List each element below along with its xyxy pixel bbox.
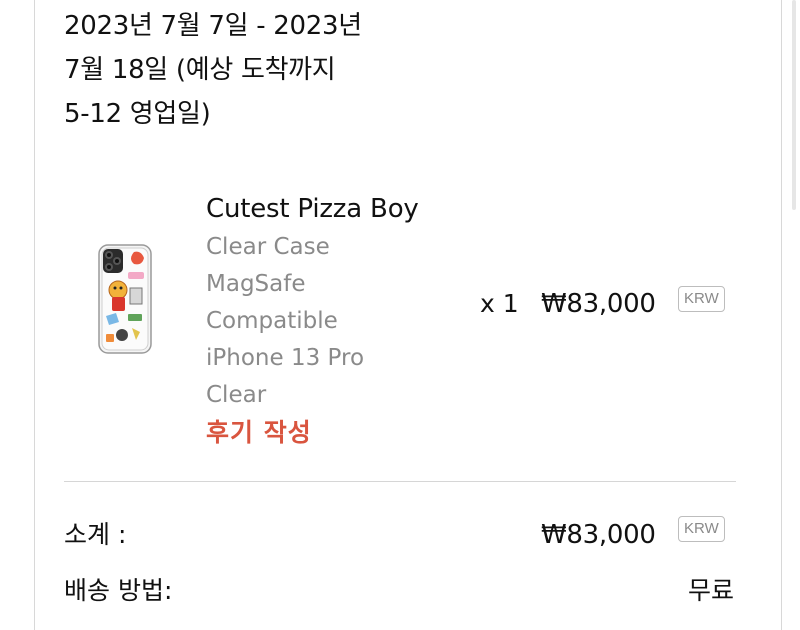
- subtotal-value: ₩83,000: [541, 520, 656, 550]
- product-title[interactable]: Cutest Pizza Boy: [206, 190, 466, 228]
- variant-line: iPhone 13 Pro: [206, 345, 365, 371]
- delivery-line: 2023년 7월 7일 - 2023년: [64, 11, 362, 41]
- product-info: Cutest Pizza Boy Clear Case MagSafe Comp…: [206, 190, 466, 452]
- variant-line: Compatible: [206, 308, 338, 334]
- shipping-method-value: 무료: [687, 576, 734, 605]
- item-quantity: x 1: [480, 289, 519, 318]
- delivery-line: 5-12 영업일): [64, 99, 211, 129]
- divider: [64, 481, 736, 482]
- variant-line: Clear Case: [206, 234, 330, 260]
- delivery-line: 7월 18일 (예상 도착까지: [64, 55, 336, 85]
- currency-badge: KRW: [678, 516, 725, 542]
- scrollbar[interactable]: [792, 0, 796, 210]
- variant-line: MagSafe: [206, 271, 306, 297]
- phone-case-thumbnail[interactable]: [98, 244, 152, 354]
- item-price: ₩83,000: [541, 289, 656, 319]
- subtotal-label: 소계 :: [64, 520, 127, 549]
- delivery-estimate: 2023년 7월 7일 - 2023년 7월 18일 (예상 도착까지 5-12…: [64, 4, 444, 136]
- write-review-link[interactable]: 후기 작성: [206, 414, 466, 452]
- variant-line: Clear: [206, 382, 267, 408]
- shipping-method-label: 배송 방법:: [64, 576, 173, 605]
- product-variant: Clear Case MagSafe Compatible iPhone 13 …: [206, 229, 466, 414]
- currency-badge: KRW: [678, 286, 725, 312]
